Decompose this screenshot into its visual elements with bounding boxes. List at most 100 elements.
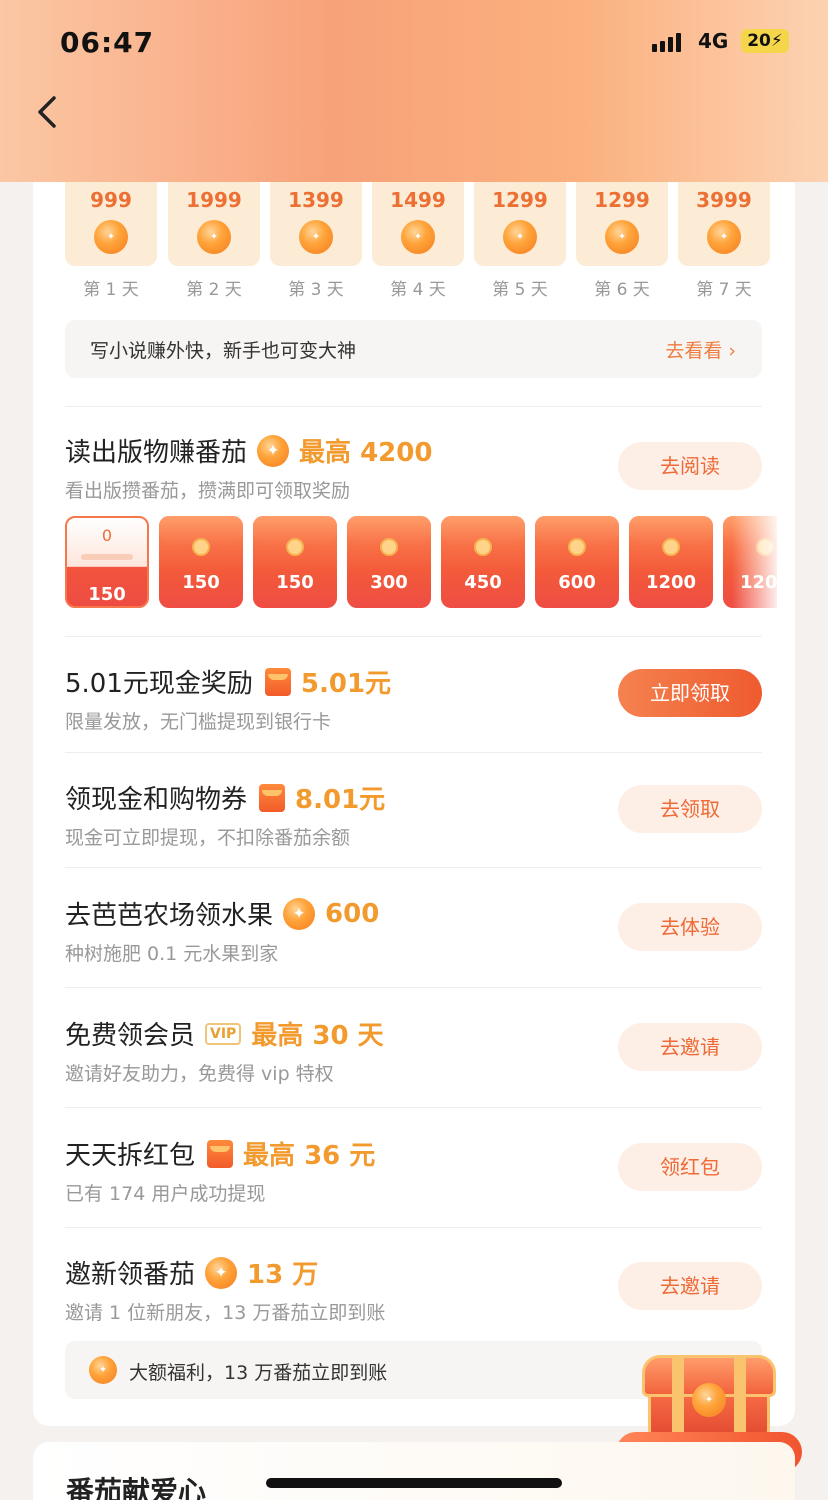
task-reward: 最高 4200 (299, 438, 433, 468)
day-label: 第 6 天 (594, 280, 650, 300)
coin-icon (605, 220, 639, 254)
packet-value: 150 (276, 572, 314, 593)
packet-row-fade (732, 516, 782, 612)
charity-section: 番茄献爱心 (33, 1442, 795, 1500)
red-packet-progress[interactable]: 0 150 (65, 516, 149, 608)
day-label: 第 5 天 (492, 280, 548, 300)
get-red-packet-button[interactable]: 领红包 (618, 1143, 762, 1191)
packet-progress-bar (81, 554, 133, 560)
task-subtitle: 限量发放，无门槛提现到银行卡 (65, 711, 332, 733)
day-label: 第 2 天 (186, 280, 242, 300)
red-packet[interactable]: 600 (535, 516, 619, 608)
novel-banner[interactable]: 写小说赚外快，新手也可变大神 去看看 › (65, 320, 762, 378)
task-title: 去芭芭农场领水果 (65, 901, 274, 931)
packet-value: 1200 (645, 572, 697, 593)
read-button[interactable]: 去阅读 (618, 442, 762, 490)
red-packet-row: 0150 150 150 300 450 600 1200 1200 (65, 516, 777, 612)
bonus-banner-text: 大额福利，13 万番茄立即到账 (129, 1362, 388, 1384)
battery-level: 20 (747, 31, 771, 51)
task-subtitle: 邀请 1 位新朋友，13 万番茄立即到账 (65, 1302, 386, 1324)
day-label: 第 4 天 (390, 280, 446, 300)
packet-value: 300 (370, 572, 408, 593)
task-red-packet: 天天拆红包 最高 36 元 已有 174 用户成功提现 领红包 (65, 1135, 762, 1245)
novel-banner-link[interactable]: 去看看 › (665, 336, 736, 363)
invite-new-button[interactable]: 去邀请 (618, 1262, 762, 1310)
task-title: 领现金和购物券 (65, 785, 248, 815)
checkin-day[interactable]: 1499 第 4 天 (372, 170, 464, 300)
packet-value: 450 (464, 572, 502, 593)
divider (65, 1107, 762, 1108)
task-reward: 最高 36 元 (243, 1141, 376, 1171)
back-button[interactable] (30, 92, 70, 132)
divider (65, 867, 762, 868)
red-envelope-icon (207, 1139, 234, 1168)
checkin-day[interactable]: 1299 第 6 天 (576, 170, 668, 300)
packet-seal-icon (286, 538, 304, 556)
red-packet[interactable]: 1200 (629, 516, 713, 608)
day-label: 第 3 天 (288, 280, 344, 300)
day-amount: 3999 (696, 188, 752, 212)
task-title: 免费领会员 (65, 1021, 196, 1051)
novel-banner-text: 写小说赚外快，新手也可变大神 (90, 340, 357, 362)
task-subtitle: 种树施肥 0.1 元水果到家 (65, 943, 279, 965)
divider (65, 752, 762, 753)
coin-icon (94, 220, 128, 254)
task-subtitle: 邀请好友助力，免费得 vip 特权 (65, 1063, 334, 1085)
day-amount: 1399 (288, 188, 344, 212)
divider (65, 987, 762, 988)
coin-icon (89, 1356, 117, 1384)
checkin-day[interactable]: 1299 第 5 天 (474, 170, 566, 300)
try-button[interactable]: 去体验 (618, 903, 762, 951)
coin-icon (692, 1383, 726, 1417)
battery-icon: 20⚡ (741, 29, 789, 53)
packet-value: 600 (558, 572, 596, 593)
invite-button[interactable]: 去邀请 (618, 1023, 762, 1071)
red-packet[interactable]: 450 (441, 516, 525, 608)
checkin-day[interactable]: 1399 第 3 天 (270, 170, 362, 300)
home-indicator[interactable] (266, 1478, 562, 1488)
task-reward: 13 万 (247, 1260, 319, 1290)
packet-seal-icon (192, 538, 210, 556)
task-reward: 最高 30 天 (251, 1021, 384, 1051)
task-subtitle: 现金可立即提现，不扣除番茄余额 (65, 827, 351, 849)
coin-icon (707, 220, 741, 254)
task-free-vip: 免费领会员 VIP 最高 30 天 邀请好友助力，免费得 vip 特权 去邀请 (65, 1015, 762, 1125)
task-reward: 5.01元 (300, 669, 392, 699)
day-label: 第 7 天 (696, 280, 752, 300)
network-label: 4G (698, 29, 729, 53)
checkin-day[interactable]: 1999 第 2 天 (168, 170, 260, 300)
red-packet[interactable]: 150 (159, 516, 243, 608)
packet-seal-icon (662, 538, 680, 556)
vip-icon: VIP (205, 1022, 242, 1045)
divider (65, 636, 762, 637)
coin-icon (503, 220, 537, 254)
checkin-day[interactable]: 3999 第 7 天 (678, 170, 770, 300)
task-subtitle: 已有 174 用户成功提现 (65, 1183, 266, 1205)
top-bar: 06:47 4G 20⚡ (0, 0, 828, 182)
chevron-left-icon (38, 96, 56, 128)
day-label: 第 1 天 (83, 280, 139, 300)
coin-icon (299, 220, 333, 254)
claim-button[interactable]: 去领取 (618, 785, 762, 833)
coin-icon (257, 434, 290, 467)
red-packet[interactable]: 300 (347, 516, 431, 608)
day-amount: 1299 (594, 188, 650, 212)
red-packet[interactable]: 150 (253, 516, 337, 608)
task-subtitle: 看出版攒番茄，攒满即可领取奖励 (65, 480, 351, 502)
task-reward: 600 (325, 898, 380, 929)
task-title: 读出版物赚番茄 (65, 438, 248, 468)
coin-icon (205, 1256, 238, 1289)
task-cash-reward: 5.01元现金奖励 5.01元 限量发放，无门槛提现到银行卡 立即领取 (65, 663, 762, 773)
task-farm: 去芭芭农场领水果 600 种树施肥 0.1 元水果到家 去体验 (65, 895, 762, 1005)
packet-seal-icon (474, 538, 492, 556)
day-amount: 1499 (390, 188, 446, 212)
red-envelope-icon (264, 667, 291, 696)
checkin-day[interactable]: 999 第 1 天 (65, 170, 157, 300)
treasure-chest-icon[interactable] (638, 1355, 780, 1435)
claim-now-button[interactable]: 立即领取 (618, 669, 762, 717)
task-title: 邀新领番茄 (65, 1260, 196, 1290)
task-title: 5.01元现金奖励 (65, 669, 253, 699)
task-cash-coupon: 领现金和购物券 8.01元 现金可立即提现，不扣除番茄余额 去领取 (65, 779, 762, 889)
day-amount: 1299 (492, 188, 548, 212)
packet-progress: 0 (101, 526, 113, 545)
